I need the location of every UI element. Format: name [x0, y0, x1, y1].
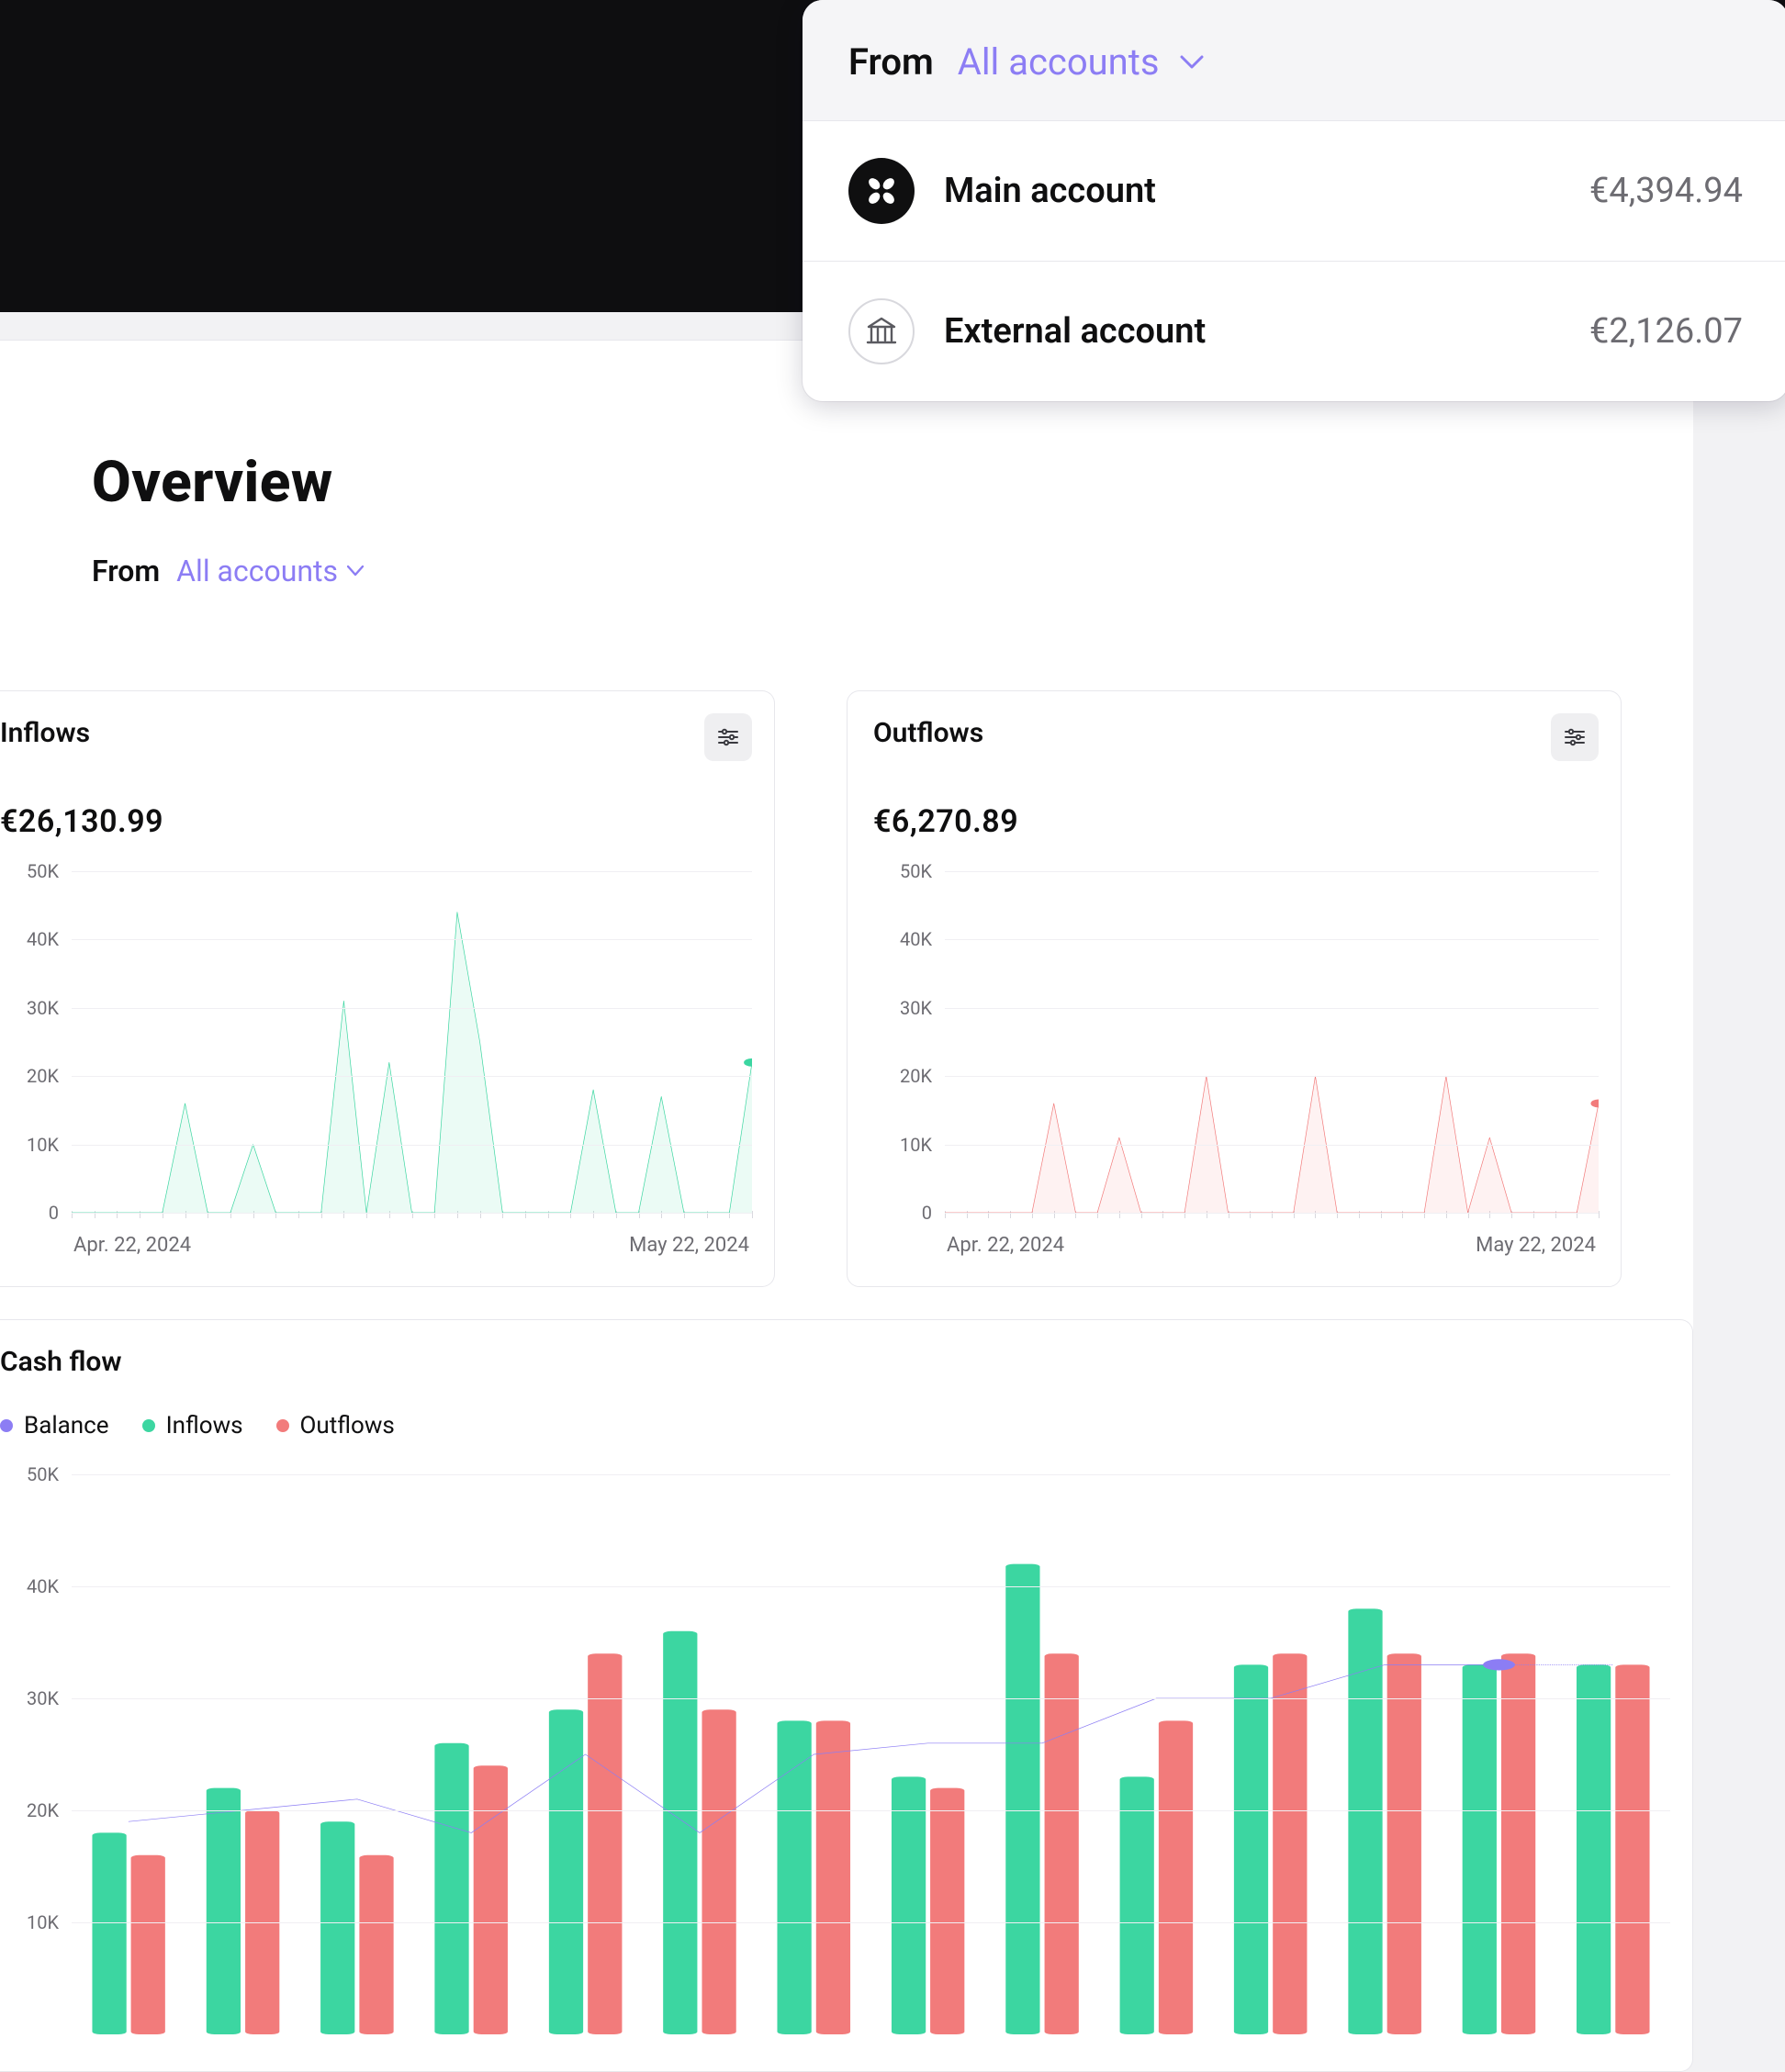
popover-from-value: All accounts: [958, 40, 1160, 84]
outflows-x-labels: Apr. 22, 2024 May 22, 2024: [947, 1234, 1596, 1257]
inflows-card: Inflows €26,130.99 0 10K 20K 30K 40K 50K Apr.…: [0, 690, 775, 1287]
outflows-plot: [945, 871, 1599, 1213]
gridline: [72, 1213, 752, 1214]
inflows-x-labels: Apr. 22, 2024 May 22, 2024: [73, 1234, 749, 1257]
cashflow-chart: 10K20K30K40K50K: [0, 1474, 1670, 2034]
outflows-x-start: Apr. 22, 2024: [947, 1234, 1064, 1257]
cashflow-legend: Balance Inflows Outflows: [0, 1412, 395, 1439]
account-balance: €4,394.94: [1589, 171, 1743, 211]
y-tick-label: 30K: [4, 997, 59, 1019]
sliders-icon: [1565, 728, 1585, 746]
gridline: [72, 871, 752, 872]
inflows-x-end: May 22, 2024: [629, 1234, 749, 1257]
gridline: [72, 1145, 752, 1146]
cashflow-y-axis: 10K20K30K40K50K: [0, 1474, 64, 2034]
gridline: [72, 1474, 1670, 1475]
brand-icon: [848, 158, 915, 224]
outflows-title: Outflows: [873, 717, 983, 749]
bank-icon: [848, 298, 915, 364]
gridline: [72, 1586, 1670, 1587]
popover-from-dropdown[interactable]: All accounts: [958, 40, 1204, 84]
outflows-chart: 010K20K30K40K50K: [873, 871, 1599, 1213]
y-tick-label: 20K: [4, 1799, 59, 1821]
inflows-y-axis: 010K20K30K40K50K: [0, 871, 64, 1213]
page-panel: Overview From All accounts Inflows €26,1…: [0, 340, 1693, 1785]
legend-outflows-label: Outflows: [300, 1412, 395, 1439]
cashflow-title: Cash flow: [0, 1346, 122, 1378]
gridline: [72, 1698, 1670, 1699]
legend-inflows-label: Inflows: [166, 1412, 243, 1439]
y-tick-label: 50K: [877, 860, 932, 882]
outflows-total: €6,270.89: [873, 803, 1018, 840]
gridline: [72, 1076, 752, 1077]
account-option[interactable]: Main account €4,394.94: [803, 121, 1785, 261]
y-tick-label: 20K: [877, 1065, 932, 1087]
y-tick-label: 30K: [4, 1687, 59, 1709]
outflows-settings-button[interactable]: [1551, 713, 1599, 761]
gridline: [945, 871, 1599, 872]
inflows-title: Inflows: [0, 717, 90, 749]
y-tick-label: 40K: [4, 928, 59, 950]
popover-from-label: From: [848, 40, 934, 84]
from-filter: From All accounts: [92, 554, 364, 588]
legend-balance-label: Balance: [24, 1412, 109, 1439]
gridline: [72, 939, 752, 940]
summary-cards: Inflows €26,130.99 0 10K 20K 30K 40K 50K Apr.…: [0, 690, 1693, 1287]
account-name: External account: [944, 311, 1560, 352]
gridline: [945, 1008, 1599, 1009]
account-balance: €2,126.07: [1589, 311, 1743, 352]
chevron-down-icon: [347, 566, 364, 577]
y-tick-label: 10K: [877, 1134, 932, 1156]
from-dropdown[interactable]: All accounts: [176, 554, 364, 588]
page-title: Overview: [92, 449, 333, 516]
gridline: [945, 1076, 1599, 1077]
popover-options: Main account €4,394.94 External account €2,…: [803, 121, 1785, 401]
inflows-chart: 010K20K30K40K50K: [0, 871, 752, 1213]
from-value: All accounts: [176, 554, 338, 588]
y-tick-label: 50K: [4, 1463, 59, 1485]
outflows-x-end: May 22, 2024: [1476, 1234, 1596, 1257]
legend-inflows: Inflows: [142, 1412, 243, 1439]
inflows-plot: [72, 871, 752, 1213]
y-tick-label: 10K: [4, 1134, 59, 1156]
sliders-icon: [718, 728, 738, 746]
inflows-settings-button[interactable]: [704, 713, 752, 761]
gridline: [945, 1213, 1599, 1214]
popover-header: From All accounts: [803, 0, 1785, 121]
gridline: [945, 1145, 1599, 1146]
gridline: [72, 1922, 1670, 1923]
cashflow-plot: [72, 1474, 1670, 2034]
chevron-down-icon: [1180, 55, 1204, 70]
account-name: Main account: [944, 171, 1560, 211]
cashflow-card: Cash flow Balance Inflows Outflows 10K 20…: [0, 1319, 1693, 2072]
outflows-y-axis: 010K20K30K40K50K: [873, 871, 937, 1213]
from-label: From: [92, 554, 160, 588]
gridline: [72, 1810, 1670, 1811]
y-tick-label: 40K: [4, 1575, 59, 1597]
y-tick-label: 10K: [4, 1911, 59, 1933]
outflows-card: Outflows €6,270.89 0 10K 20K 30K 40K 50K Apr.…: [847, 690, 1622, 1287]
inflows-x-start: Apr. 22, 2024: [73, 1234, 191, 1257]
y-tick-label: 20K: [4, 1065, 59, 1087]
inflows-total: €26,130.99: [0, 803, 163, 840]
y-tick-label: 40K: [877, 928, 932, 950]
y-tick-label: 30K: [877, 997, 932, 1019]
legend-outflows: Outflows: [276, 1412, 395, 1439]
account-option[interactable]: External account €2,126.07: [803, 261, 1785, 401]
y-tick-label: 50K: [4, 860, 59, 882]
gridline: [72, 1008, 752, 1009]
y-tick-label: 0: [877, 1202, 932, 1224]
y-tick-label: 0: [4, 1202, 59, 1224]
legend-balance: Balance: [0, 1412, 109, 1439]
gridline: [945, 939, 1599, 940]
account-select-popover: From All accounts Main account €4,394.94 E…: [803, 0, 1785, 401]
